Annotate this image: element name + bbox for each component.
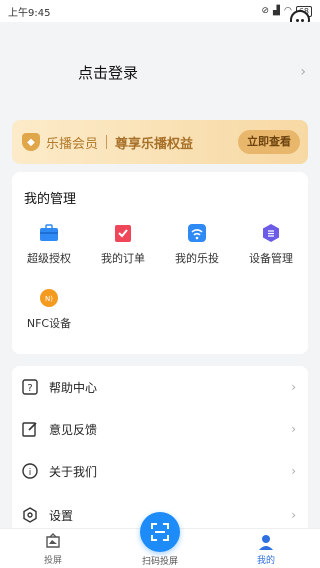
vip-banner[interactable]: ◆ 乐播会员 尊享乐播权益 立即查看 <box>12 120 308 164</box>
alarm-off-icon: ⊘ <box>261 6 270 16</box>
cast-icon <box>186 222 208 244</box>
grid-item-label: 我的乐投 <box>175 252 219 265</box>
vip-shield-icon: ◆ <box>22 133 40 151</box>
grid-item-my-cast[interactable]: 我的乐投 <box>160 222 234 266</box>
nfc-icon: N) <box>38 287 60 309</box>
help-icon: ? <box>22 379 38 395</box>
login-text[interactable]: 点击登录 <box>78 62 138 83</box>
chevron-right-icon: › <box>291 380 296 394</box>
device-icon <box>260 222 282 244</box>
tab-mine[interactable]: 我的 <box>226 533 306 566</box>
menu-item-label: 设置 <box>49 508 74 523</box>
grid-item-label: 我的订单 <box>101 252 145 265</box>
scan-cast-label: 扫码投屏 <box>141 557 178 567</box>
menu-item-feedback[interactable]: 意见反馈 › <box>12 408 308 450</box>
chevron-right-icon: › <box>291 464 296 478</box>
scan-icon <box>151 523 169 541</box>
grid-item-label: 超级授权 <box>27 252 71 265</box>
menu-item-about[interactable]: i 关于我们 › <box>12 450 308 492</box>
vip-name: 乐播会员 <box>46 136 99 152</box>
management-title: 我的管理 <box>24 192 77 207</box>
order-icon <box>112 222 134 244</box>
grid-item-my-orders[interactable]: 我的订单 <box>86 222 160 266</box>
vip-divider <box>106 135 108 149</box>
tab-label: 投屏 <box>43 556 62 566</box>
svg-text:?: ? <box>27 383 32 394</box>
chevron-right-icon: › <box>291 508 296 522</box>
tab-cast[interactable]: 投屏 <box>13 533 93 566</box>
svg-text:N): N) <box>45 295 53 303</box>
grid-item-nfc[interactable]: N) NFC设备 <box>12 287 86 331</box>
management-card: 我的管理 超级授权 我的订单 我的乐投 设备管理 N) NFC设备 <box>12 172 308 354</box>
vip-slogan: 尊享乐播权益 <box>115 136 194 152</box>
info-icon: i <box>22 463 38 479</box>
profile-header[interactable]: 点击登录 › <box>0 22 320 112</box>
chevron-right-icon: › <box>291 422 296 436</box>
status-time: 上午9:45 <box>8 7 51 19</box>
menu-item-help[interactable]: ? 帮助中心 › <box>12 366 308 408</box>
menu-item-label: 意见反馈 <box>49 422 98 437</box>
cellular-icon: ▟ <box>273 6 280 16</box>
feedback-icon <box>22 421 38 437</box>
menu-item-label: 帮助中心 <box>49 380 98 395</box>
grid-item-device-manage[interactable]: 设备管理 <box>234 222 308 266</box>
chevron-right-icon: › <box>300 64 306 80</box>
grid-item-label: 设备管理 <box>249 252 293 265</box>
tab-label: 我的 <box>256 556 275 566</box>
svg-text:i: i <box>29 468 32 478</box>
settings-icon <box>22 507 38 523</box>
briefcase-icon <box>38 222 60 244</box>
menu-item-label: 关于我们 <box>49 464 98 479</box>
user-icon <box>257 533 275 551</box>
status-bar: 上午9:45 ⊘ ▟ ◠ 68 <box>0 0 320 22</box>
cast-tab-icon <box>44 533 62 551</box>
vip-view-button[interactable]: 立即查看 <box>238 130 300 154</box>
scan-cast-button[interactable] <box>140 512 180 552</box>
grid-item-label: NFC设备 <box>26 317 72 330</box>
grid-item-super-auth[interactable]: 超级授权 <box>12 222 86 266</box>
